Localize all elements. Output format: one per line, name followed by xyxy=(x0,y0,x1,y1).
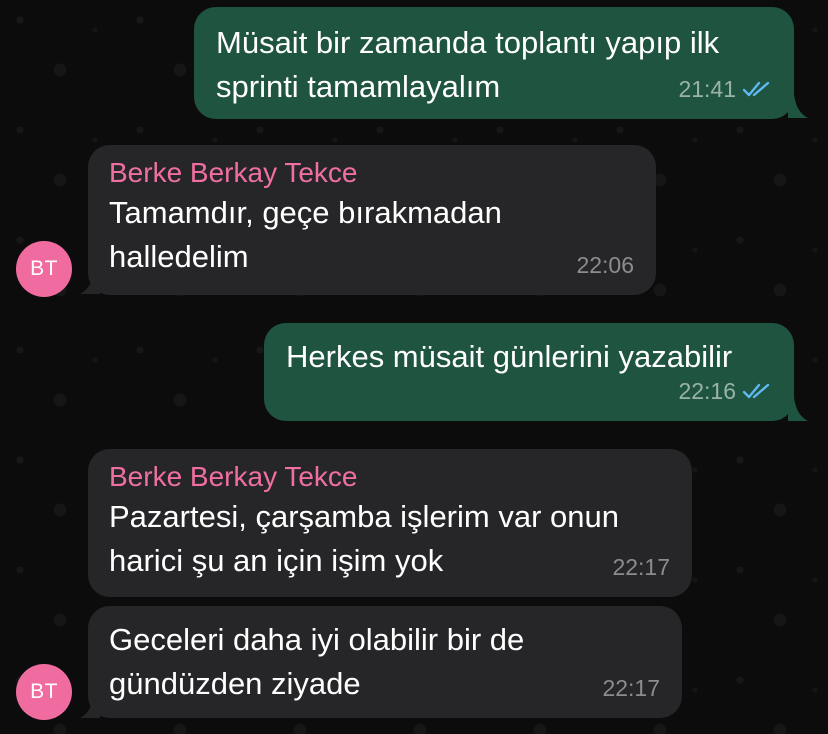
message-time: 22:06 xyxy=(576,252,634,278)
message-meta: 22:17 xyxy=(612,545,670,589)
message-time: 22:17 xyxy=(612,554,670,580)
avatar[interactable]: BT xyxy=(16,664,72,720)
message-time: 22:17 xyxy=(602,675,660,701)
message-meta: 21:41 xyxy=(678,67,772,111)
sender-name[interactable]: Berke Berkay Tekce xyxy=(109,459,671,495)
message-meta: 22:17 xyxy=(602,666,660,710)
double-check-icon xyxy=(742,81,770,97)
message-text: Pazartesi, çarşamba işlerim var onun har… xyxy=(109,499,619,578)
sender-name[interactable]: Berke Berkay Tekce xyxy=(109,155,635,191)
message-text: Geceleri daha iyi olabilir bir de gündüz… xyxy=(109,622,525,701)
message-time: 22:16 xyxy=(678,378,736,404)
message-meta: 22:06 xyxy=(576,243,634,287)
message-meta: 22:16 xyxy=(678,369,772,413)
bubble-tail xyxy=(788,94,808,118)
double-check-icon xyxy=(742,383,770,399)
avatar[interactable]: BT xyxy=(16,241,72,297)
bubble-tail xyxy=(788,397,808,421)
message-time: 21:41 xyxy=(678,76,736,102)
message-text: Tamamdır, geçe bırakmadan halledelim xyxy=(109,195,502,274)
